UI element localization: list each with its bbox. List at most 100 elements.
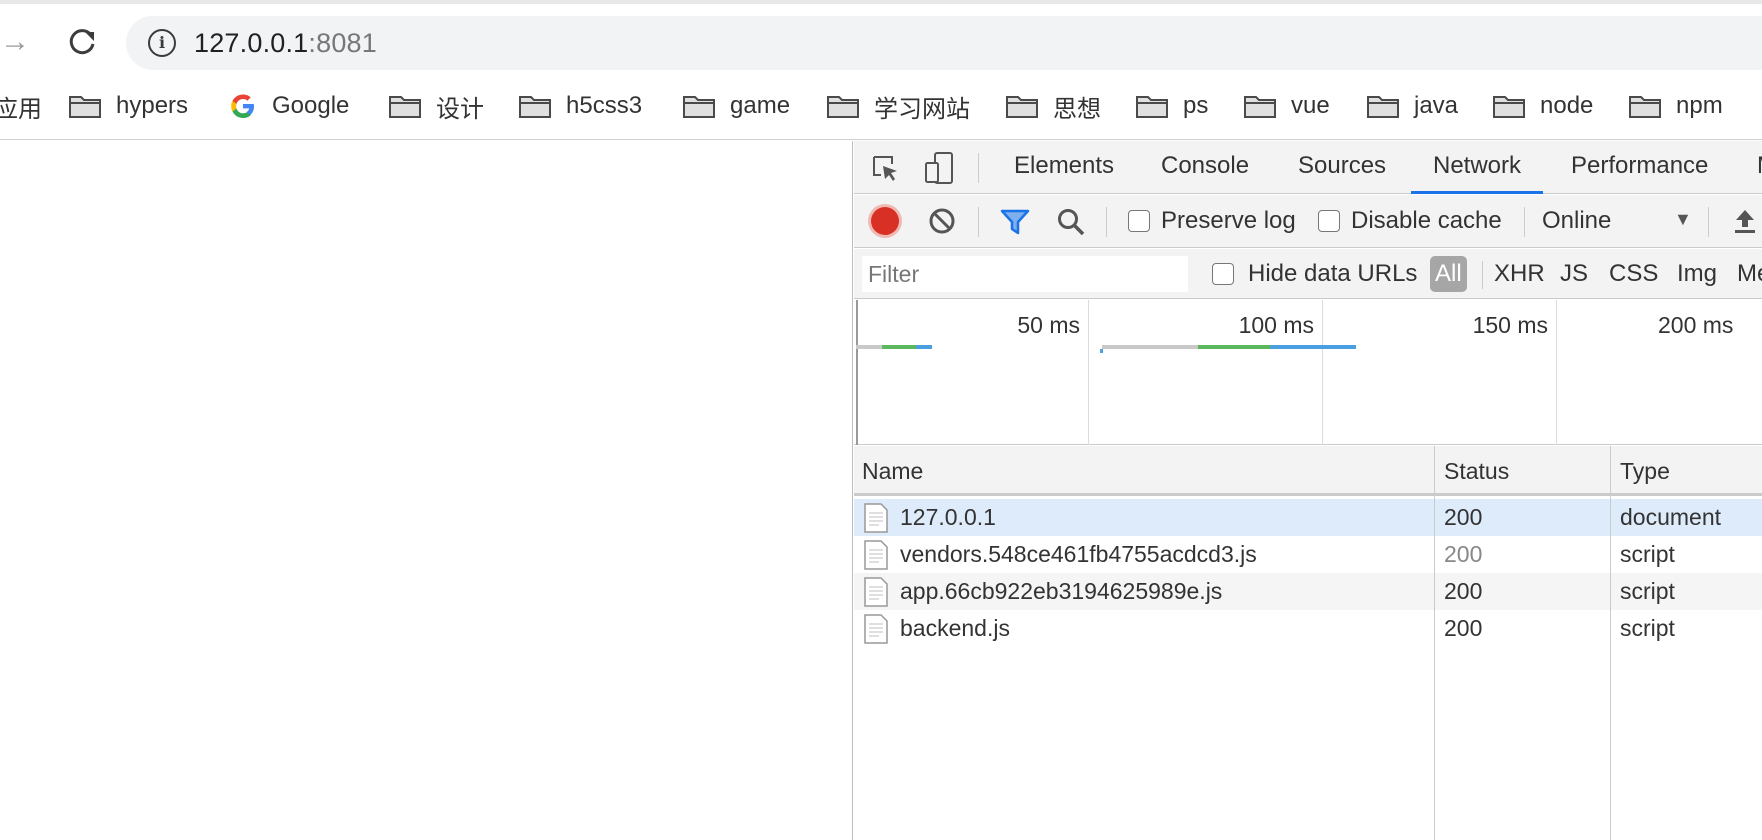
tab-sources[interactable]: Sources (1298, 151, 1386, 194)
bookmark-label: npm (1676, 92, 1723, 119)
request-status: 200 (1444, 541, 1483, 567)
tab-performance[interactable]: Performance (1571, 151, 1708, 194)
bookmark-label: h5css3 (566, 92, 643, 119)
disable-cache-checkbox[interactable] (1318, 210, 1340, 232)
dropdown-arrow-icon: ▼ (1674, 209, 1692, 229)
filter-input[interactable] (862, 256, 1188, 292)
overview-bar-ttfb (882, 345, 916, 349)
overview-tick-label: 150 ms (1472, 312, 1548, 338)
search-icon[interactable] (1056, 207, 1086, 237)
network-filter-bar: Hide data URLs All XHR JS CSS Img Me (854, 249, 1762, 299)
filter-type-css[interactable]: CSS (1609, 256, 1658, 292)
bookmark-design[interactable]: 设计 (388, 86, 484, 126)
folder-icon (1243, 93, 1277, 119)
bookmark-label: node (1540, 92, 1594, 119)
folder-icon (682, 93, 716, 119)
table-row[interactable]: 127.0.0.1 200 document (854, 499, 1762, 536)
filter-type-img[interactable]: Img (1677, 256, 1717, 292)
bookmark-game[interactable]: game (682, 86, 790, 126)
address-bar[interactable]: i 127.0.0.1:8081 (126, 16, 1762, 70)
overview-tick-label: 100 ms (1238, 312, 1314, 338)
bookmark-label: game (730, 92, 791, 119)
bookmark-label: ps (1183, 92, 1209, 119)
filter-icon[interactable] (1000, 208, 1030, 236)
browser-window: → i 127.0.0.1:8081 应用 hypers Google 设计 h… (0, 0, 1762, 840)
bookmark-label: hypers (116, 92, 189, 119)
tab-network[interactable]: Network (1410, 151, 1544, 194)
request-type: document (1620, 504, 1722, 530)
column-header-name[interactable]: Name (862, 458, 923, 485)
bookmark-study-sites[interactable]: 学习网站 (826, 86, 970, 126)
request-status: 200 (1444, 504, 1483, 530)
bookmark-label: 学习网站 (874, 95, 970, 123)
browser-toolbar: → i 127.0.0.1:8081 (0, 0, 1762, 76)
request-table-header: Name Status Type (854, 446, 1762, 496)
folder-icon (1492, 93, 1526, 119)
info-icon[interactable]: i (148, 29, 176, 57)
bookmark-label: 思想 (1053, 95, 1101, 123)
devtools-panel: Elements Console Sources Network Perform… (854, 141, 1762, 840)
bookmark-thoughts[interactable]: 思想 (1005, 86, 1101, 126)
request-type: script (1620, 541, 1675, 567)
hide-data-urls-checkbox[interactable] (1212, 263, 1234, 285)
bookmark-java[interactable]: java (1366, 86, 1458, 126)
clear-icon[interactable] (928, 207, 956, 235)
bookmark-vue[interactable]: vue (1243, 86, 1330, 126)
column-divider[interactable] (1434, 446, 1435, 840)
url-text[interactable]: 127.0.0.1:8081 (194, 28, 377, 59)
bookmark-google[interactable]: Google (230, 86, 349, 126)
table-row[interactable]: backend.js 200 script (854, 610, 1762, 647)
separator (1708, 207, 1709, 237)
bookmark-label: java (1414, 92, 1459, 119)
forward-arrow-icon[interactable]: → (0, 24, 36, 60)
request-name: 127.0.0.1 (900, 504, 996, 530)
record-button[interactable] (871, 207, 899, 235)
overview-gridline (1088, 300, 1089, 445)
bookmarks-bar: 应用 hypers Google 设计 h5css3 game 学习网站 思想 … (0, 76, 1762, 140)
document-icon (864, 614, 888, 644)
folder-icon (1005, 93, 1039, 119)
devtools-tab-bar: Elements Console Sources Network Perform… (854, 141, 1762, 194)
folder-icon (1135, 93, 1169, 119)
bookmark-node[interactable]: node (1492, 86, 1593, 126)
overview-bar-waiting (856, 345, 882, 349)
import-har-icon[interactable] (1732, 207, 1758, 235)
request-name: app.66cb922eb3194625989e.js (900, 578, 1223, 604)
overview-tick-label: 50 ms (1017, 312, 1080, 338)
folder-icon (388, 93, 422, 119)
filter-type-media[interactable]: Me (1737, 256, 1762, 292)
network-overview[interactable]: 50 ms 100 ms 150 ms 200 ms (854, 300, 1762, 445)
preserve-log-checkbox[interactable] (1128, 210, 1150, 232)
bookmark-label: 设计 (436, 95, 484, 123)
column-divider[interactable] (1610, 446, 1611, 840)
document-icon (864, 540, 888, 570)
separator (978, 207, 979, 237)
reload-icon[interactable] (64, 24, 100, 60)
table-row[interactable]: app.66cb922eb3194625989e.js 200 script (854, 573, 1762, 610)
document-icon (864, 577, 888, 607)
column-header-status[interactable]: Status (1444, 458, 1509, 485)
bookmark-npm[interactable]: npm (1628, 86, 1723, 126)
filter-type-xhr[interactable]: XHR (1494, 256, 1545, 292)
request-type: script (1620, 615, 1675, 641)
filter-type-js[interactable]: JS (1560, 256, 1588, 292)
table-row[interactable]: vendors.548ce461fb4755acdcd3.js 200 scri… (854, 536, 1762, 573)
tab-console[interactable]: Console (1161, 151, 1249, 194)
throttling-select[interactable]: Online ▼ (1542, 207, 1692, 237)
url-host: 127.0.0.1 (194, 28, 309, 58)
overview-bar-marker (1100, 349, 1103, 353)
filter-type-all[interactable]: All (1430, 256, 1467, 292)
tab-elements[interactable]: Elements (1014, 151, 1114, 194)
document-icon (864, 503, 888, 533)
tab-more[interactable]: M (1757, 151, 1762, 194)
device-toolbar-icon[interactable] (924, 151, 954, 185)
bookmark-apps[interactable]: 应用 (0, 86, 42, 126)
bookmark-hypers[interactable]: hypers (68, 86, 188, 126)
bookmark-ps[interactable]: ps (1135, 86, 1208, 126)
inspect-element-icon[interactable] (870, 153, 900, 183)
separator (978, 153, 979, 183)
column-header-type[interactable]: Type (1620, 458, 1670, 485)
folder-icon (826, 93, 860, 119)
bookmark-h5css3[interactable]: h5css3 (518, 86, 642, 126)
folder-icon (1366, 93, 1400, 119)
